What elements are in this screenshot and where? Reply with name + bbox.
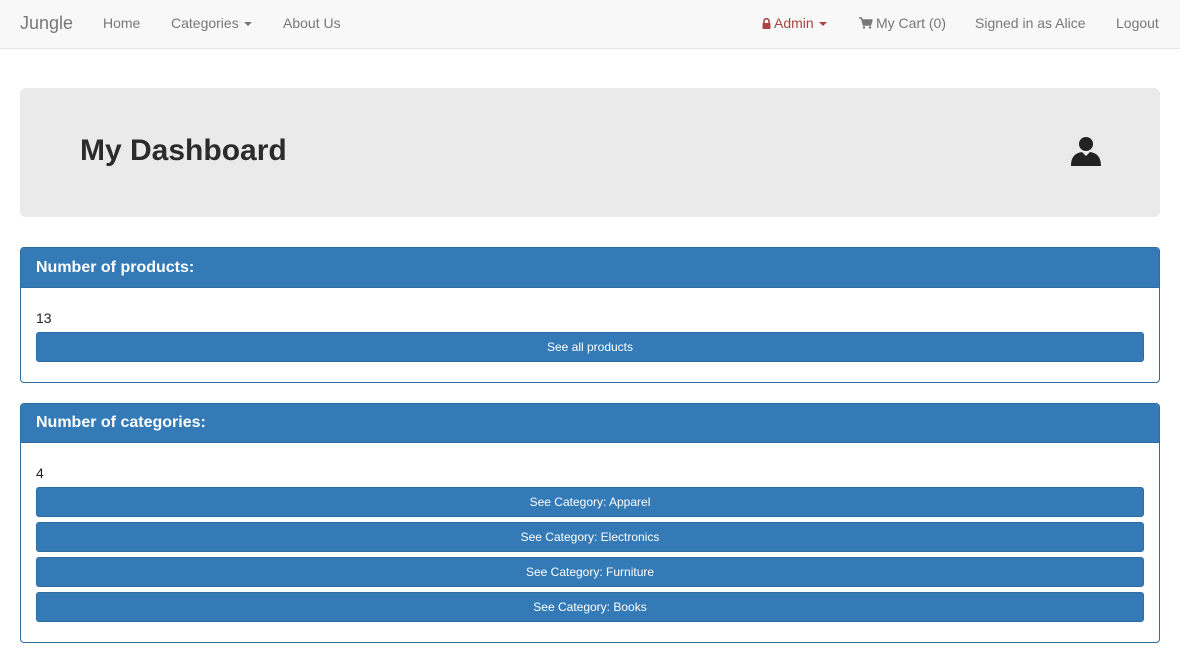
products-panel-heading: Number of products: [21, 248, 1159, 288]
nav-categories-dropdown[interactable]: Categories [171, 15, 252, 31]
nav-cart-label: My Cart (0) [876, 15, 946, 31]
nav-admin-dropdown[interactable]: Admin [762, 15, 827, 31]
see-category-furniture-button[interactable]: See Category: Furniture [36, 557, 1144, 587]
nav-categories-label: Categories [171, 15, 239, 31]
see-all-products-button[interactable]: See all products [36, 332, 1144, 362]
nav-about-link[interactable]: About Us [283, 15, 341, 31]
top-navbar: Jungle Home Categories About Us Admin My… [0, 0, 1180, 49]
caret-down-icon [243, 22, 252, 27]
brand-link[interactable]: Jungle [20, 13, 73, 34]
see-category-books-button[interactable]: See Category: Books [36, 592, 1144, 622]
categories-count: 4 [36, 465, 44, 481]
categories-panel: Number of categories: 4 See Category: Ap… [20, 403, 1160, 643]
products-panel: Number of products: 13 See all products [20, 247, 1160, 383]
products-count: 13 [36, 310, 52, 326]
lock-icon [762, 18, 771, 29]
nav-logout-link[interactable]: Logout [1116, 15, 1159, 31]
nav-admin-label: Admin [774, 15, 814, 31]
see-category-electronics-button[interactable]: See Category: Electronics [36, 522, 1144, 552]
page-title: My Dashboard [80, 134, 287, 167]
see-category-apparel-button[interactable]: See Category: Apparel [36, 487, 1144, 517]
categories-panel-heading: Number of categories: [21, 404, 1159, 443]
signed-in-text: Signed in as Alice [975, 15, 1086, 31]
cart-icon [859, 17, 873, 29]
nav-cart-link[interactable]: My Cart (0) [859, 15, 946, 31]
caret-down-icon [818, 22, 827, 27]
user-icon [1071, 137, 1101, 166]
dashboard-header: My Dashboard [20, 88, 1160, 217]
nav-home-link[interactable]: Home [103, 15, 140, 31]
